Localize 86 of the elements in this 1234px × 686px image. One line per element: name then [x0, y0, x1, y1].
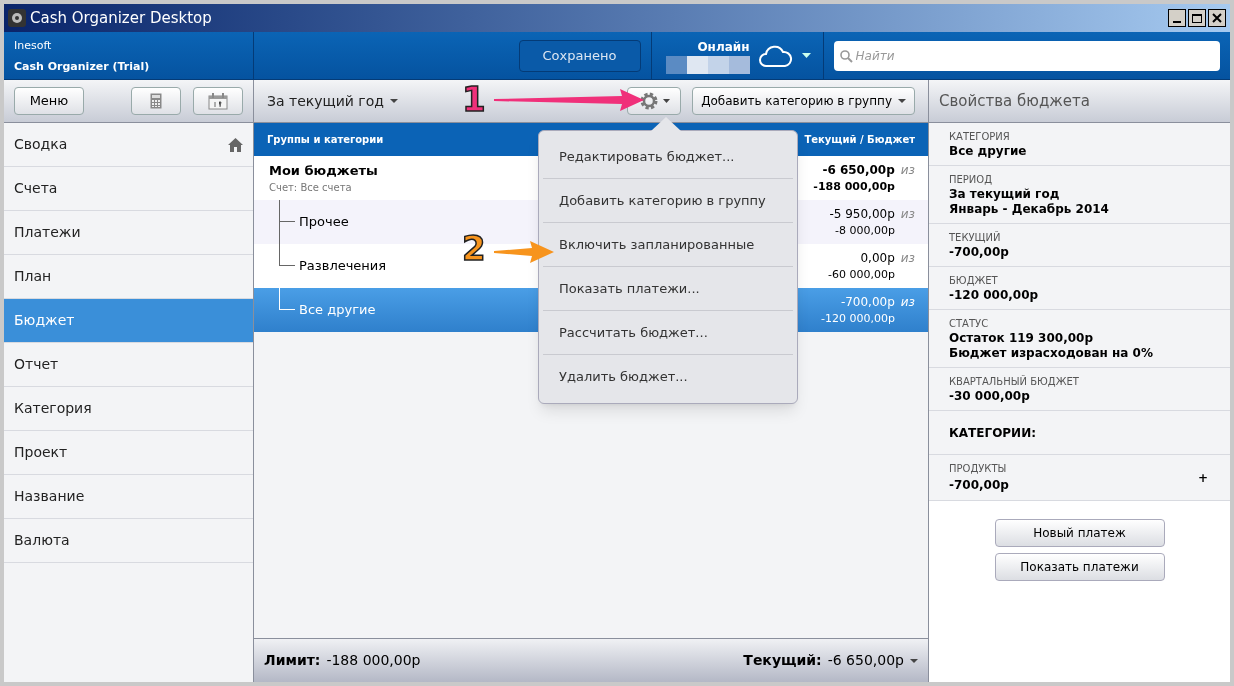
- of-label: из: [900, 161, 915, 179]
- menu-item[interactable]: Удалить бюджет...: [543, 355, 793, 399]
- caret-icon: [910, 658, 918, 663]
- current-amount: -5 950,00р: [829, 205, 895, 223]
- sidebar-item[interactable]: Категория: [4, 387, 253, 431]
- company-name: Inesoft: [14, 38, 53, 54]
- budget-amount: -60 000,00р: [828, 266, 896, 283]
- field-value: За текущий год: [949, 187, 1061, 202]
- sidebar-item[interactable]: Счета: [4, 167, 253, 211]
- annotation-arrow: [494, 240, 554, 264]
- current-amount: -6 650,00р: [822, 161, 895, 179]
- menu-button[interactable]: Меню: [14, 87, 84, 115]
- account-filter: Счет: Все счета: [269, 181, 352, 196]
- panel-title: Свойства бюджета: [939, 90, 1090, 112]
- caret-icon: [662, 99, 670, 103]
- settings-button[interactable]: [627, 87, 682, 115]
- maximize-button[interactable]: [1188, 9, 1206, 27]
- period-dropdown[interactable]: За текущий год: [267, 90, 398, 112]
- category-name: Развлечения: [299, 257, 387, 276]
- category-name: Прочее: [299, 213, 349, 232]
- menu-item[interactable]: Показать платежи...: [543, 267, 793, 311]
- category-label: ПРОДУКТЫ: [949, 462, 1008, 476]
- minimize-button[interactable]: [1168, 9, 1186, 27]
- current-amount: -700,00р: [840, 293, 895, 311]
- budget-amount: -120 000,00р: [821, 310, 896, 327]
- budget-amount: -8 000,00р: [835, 222, 896, 239]
- calculator-icon: [150, 93, 162, 109]
- category-amount: -700,00р: [949, 477, 1010, 494]
- sidebar-item[interactable]: Сводка: [4, 123, 253, 167]
- close-icon: [1212, 13, 1222, 23]
- column-header: Текущий / Бюджет: [804, 133, 915, 147]
- limit-label: Лимит:: [264, 651, 321, 670]
- of-label: из: [900, 293, 915, 311]
- category-name: Все другие: [299, 301, 376, 320]
- sync-status: Онлайн: [697, 38, 750, 56]
- field-value: Январь - Декабрь 2014: [949, 202, 1110, 217]
- add-button[interactable]: +: [1197, 468, 1210, 487]
- calculator-button[interactable]: [131, 87, 181, 115]
- sidebar-item[interactable]: Отчет: [4, 343, 253, 387]
- current-amount: 0,00р: [860, 249, 895, 267]
- field-label: КВАРТАЛЬНЫЙ БЮДЖЕТ: [949, 374, 1080, 389]
- menu-item[interactable]: Редактировать бюджет...: [543, 135, 793, 179]
- sidebar-item[interactable]: Проект: [4, 431, 253, 475]
- close-button[interactable]: [1208, 9, 1226, 27]
- budget-amount: -188 000,00р: [813, 178, 896, 195]
- calendar-button[interactable]: [193, 87, 243, 115]
- search-icon: [838, 48, 853, 63]
- saved-status-button[interactable]: Сохранено: [518, 39, 641, 72]
- window-title: Cash Organizer Desktop: [30, 7, 213, 29]
- of-label: из: [900, 205, 915, 223]
- caret-icon[interactable]: [801, 53, 811, 58]
- caret-icon: [389, 99, 398, 103]
- step-number: 1: [462, 82, 486, 116]
- field-value: Все другие: [949, 144, 1028, 159]
- caret-icon: [898, 99, 906, 103]
- current-label: Текущий:: [743, 651, 822, 670]
- section-heading: КАТЕГОРИИ:: [949, 424, 1036, 442]
- field-label: СТАТУС: [949, 317, 990, 331]
- field-value: -30 000,00р: [949, 389, 1031, 404]
- field-value: Остаток 119 300,00р: [949, 331, 1094, 346]
- field-label: ПЕРИОД: [949, 173, 994, 187]
- field-value: Бюджет израсходован на 0%: [949, 346, 1154, 361]
- action-button[interactable]: Новый платеж: [994, 519, 1165, 547]
- product-name: Cash Organizer (Trial): [14, 58, 151, 75]
- field-label: БЮДЖЕТ: [949, 274, 999, 288]
- field-value: -120 000,00р: [949, 288, 1040, 303]
- search-field[interactable]: Найти: [833, 40, 1220, 71]
- field-label: КАТЕГОРИЯ: [949, 130, 1011, 144]
- menu-item[interactable]: Рассчитать бюджет...: [543, 311, 793, 355]
- sidebar-item[interactable]: Валюта: [4, 519, 253, 563]
- column-header: Группы и категории: [267, 133, 384, 147]
- sidebar-item[interactable]: Платежи: [4, 211, 253, 255]
- sidebar-item[interactable]: Название: [4, 475, 253, 519]
- category-name: Мои бюджеты: [269, 161, 378, 180]
- menu-item[interactable]: Добавить категорию в группу: [543, 179, 793, 223]
- of-label: из: [900, 249, 915, 267]
- cloud-icon[interactable]: [757, 43, 794, 68]
- app-icon: [8, 9, 26, 27]
- action-button[interactable]: Показать платежи: [994, 553, 1165, 581]
- limit-value: -188 000,00р: [326, 651, 421, 670]
- settings-icon: [638, 91, 659, 111]
- current-value-dropdown[interactable]: -6 650,00р: [827, 650, 918, 671]
- add-category-button[interactable]: Добавить категорию в группу: [692, 87, 915, 115]
- field-value: -700,00р: [949, 245, 1010, 260]
- calendar-icon: [208, 92, 228, 110]
- field-label: ТЕКУЩИЙ: [949, 230, 1002, 245]
